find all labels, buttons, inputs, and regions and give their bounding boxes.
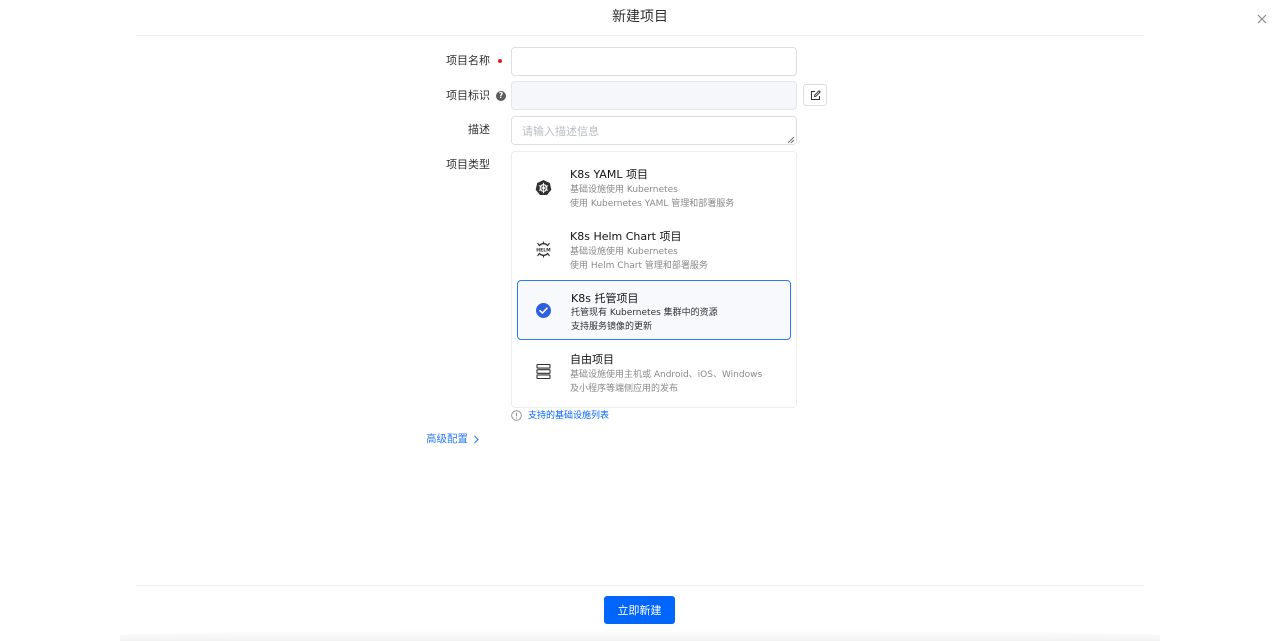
svg-text:HELM: HELM [536,248,551,254]
description-label: 描述 [468,123,490,136]
required-dot [498,59,502,63]
project-name-label: 项目名称 [446,54,490,67]
project-name-input[interactable] [511,47,797,76]
header-divider [136,35,1144,36]
check-circle-icon [536,303,551,318]
type-option-title: K8s Helm Chart 项目 [570,230,682,243]
type-option-desc: 支持服务镜像的更新 [571,322,653,332]
advanced-config-label: 高级配置 [426,433,468,445]
type-option-desc: 基础设施使用主机或 Android、iOS、Windows [570,370,763,380]
type-option-title: K8s YAML 项目 [570,168,648,181]
type-option-helm-chart[interactable]: HELM K8s Helm Chart 项目 基础设施使用 Kubernetes… [517,219,791,279]
project-key-input[interactable] [511,81,797,110]
type-option-free[interactable]: 自由项目 基础设施使用主机或 Android、iOS、Windows 及小程序等… [517,342,791,402]
description-textarea[interactable] [511,116,797,145]
edit-key-button[interactable] [803,84,827,106]
footer-shadow [120,630,1160,641]
close-icon[interactable] [1255,12,1269,26]
type-option-k8s-yaml[interactable]: K8s YAML 项目 基础设施使用 Kubernetes 使用 Kuberne… [517,157,791,217]
type-option-title: 自由项目 [570,353,614,366]
dialog-title: 新建项目 [612,9,668,25]
type-option-desc: 基础设施使用 Kubernetes [570,247,678,257]
footer-divider [136,585,1144,586]
edit-icon [810,89,821,100]
type-option-desc: 托管现有 Kubernetes 集群中的资源 [571,308,718,318]
server-stack-icon [536,363,551,380]
type-option-desc: 使用 Helm Chart 管理和部署服务 [570,261,708,271]
advanced-config-toggle[interactable]: 高级配置 [426,432,480,446]
type-option-desc: 使用 Kubernetes YAML 管理和部署服务 [570,199,735,209]
kubernetes-icon [535,180,552,195]
type-option-desc: 基础设施使用 Kubernetes [570,185,678,195]
infra-list-link[interactable]: 支持的基础设施列表 [528,410,609,422]
create-now-button[interactable]: 立即新建 [604,596,675,624]
type-option-title: K8s 托管项目 [571,292,639,305]
chevron-right-icon [474,435,479,443]
project-type-label: 项目类型 [446,158,490,171]
helm-icon: HELM [536,241,551,258]
resize-grip-icon[interactable] [786,135,795,144]
type-option-desc: 及小程序等端侧应用的发布 [570,384,679,394]
question-icon[interactable]: ? [496,91,506,101]
info-icon [511,410,522,421]
project-key-label: 项目标识 [446,89,490,102]
type-option-k8s-managed[interactable]: K8s 托管项目 托管现有 Kubernetes 集群中的资源 支持服务镜像的更… [517,280,791,340]
